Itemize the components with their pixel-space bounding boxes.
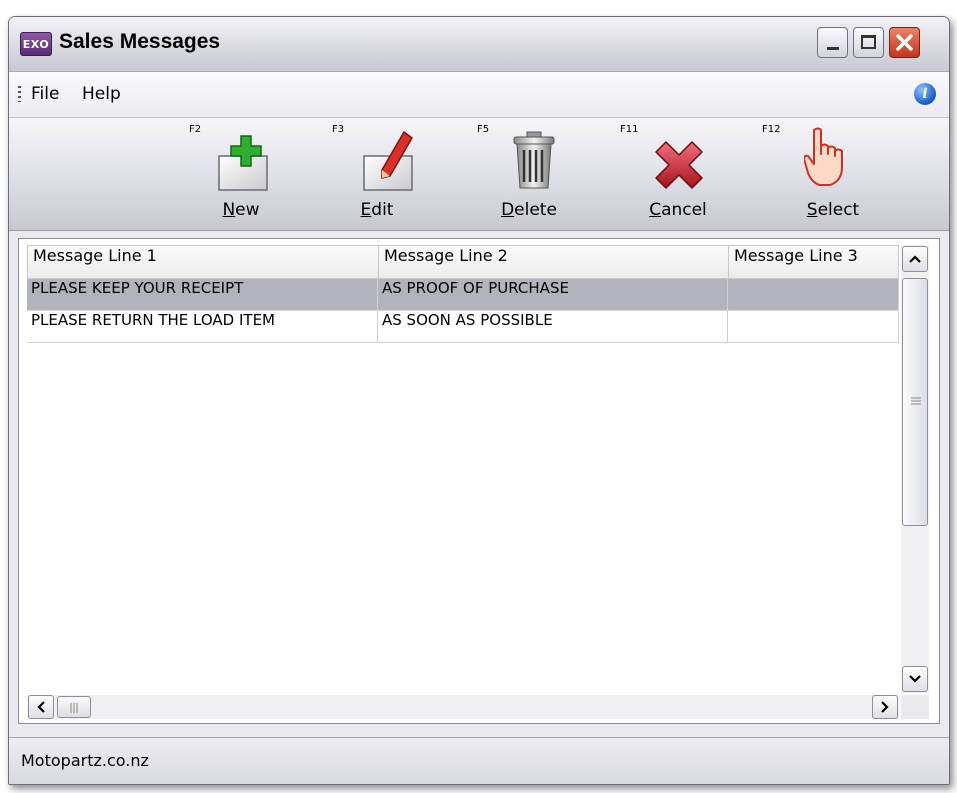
menu-grip-handle[interactable] xyxy=(18,86,21,102)
status-bar: Motopartz.co.nz xyxy=(9,737,949,784)
table-cell[interactable]: PLEASE RETURN THE LOAD ITEM xyxy=(27,311,378,342)
menu-file[interactable]: File xyxy=(31,84,59,104)
table-cell[interactable]: PLEASE KEEP YOUR RECEIPT xyxy=(27,279,378,310)
delete-button[interactable]: F5 Delete xyxy=(477,118,579,230)
status-text: Motopartz.co.nz xyxy=(21,751,149,770)
new-button[interactable]: F2 New xyxy=(189,118,291,230)
delete-shortcut-key: F5 xyxy=(477,124,490,135)
delete-button-label: Delete xyxy=(501,200,557,220)
plus-page-icon xyxy=(218,135,268,191)
toolbar: F2 New F3 Edit F5 Delete F11 Cancel F12 … xyxy=(9,118,949,231)
title-bar[interactable]: EXO Sales Messages xyxy=(9,17,949,72)
select-button-label: Select xyxy=(806,200,860,220)
table-cell[interactable] xyxy=(728,279,899,310)
sales-messages-window: EXO Sales Messages File Help i F2 New F3… xyxy=(8,16,950,785)
menu-bar: File Help i xyxy=(9,72,949,118)
red-x-icon xyxy=(655,141,703,189)
table-cell[interactable]: AS SOON AS POSSIBLE xyxy=(378,311,728,342)
scroll-down-button[interactable] xyxy=(902,666,928,692)
select-shortcut-key: F12 xyxy=(762,124,781,135)
table-cell[interactable]: AS PROOF OF PURCHASE xyxy=(378,279,728,310)
column-header-message-line-1[interactable]: Message Line 1 xyxy=(28,246,379,278)
trash-can-icon xyxy=(513,131,555,189)
table-row[interactable]: PLEASE KEEP YOUR RECEIPT AS PROOF OF PUR… xyxy=(27,279,899,311)
edit-shortcut-key: F3 xyxy=(332,124,345,135)
scroll-right-button[interactable] xyxy=(872,695,898,719)
scroll-up-button[interactable] xyxy=(902,246,928,272)
select-button[interactable]: F12 Select xyxy=(762,118,864,230)
column-header-message-line-2[interactable]: Message Line 2 xyxy=(379,246,729,278)
messages-grid[interactable]: Message Line 1 Message Line 2 Message Li… xyxy=(18,238,940,724)
chevron-right-icon xyxy=(881,701,889,713)
close-button[interactable] xyxy=(889,27,920,58)
menu-help[interactable]: Help xyxy=(82,84,121,104)
chevron-up-icon xyxy=(909,255,921,263)
vertical-scrollbar[interactable] xyxy=(901,245,929,693)
new-shortcut-key: F2 xyxy=(189,124,202,135)
table-row[interactable]: PLEASE RETURN THE LOAD ITEM AS SOON AS P… xyxy=(27,311,899,343)
close-icon xyxy=(896,34,913,51)
column-header-message-line-3[interactable]: Message Line 3 xyxy=(729,246,900,278)
exo-app-icon[interactable]: EXO xyxy=(20,32,52,56)
minimize-button[interactable] xyxy=(817,27,848,58)
cancel-button[interactable]: F11 Cancel xyxy=(620,118,722,230)
maximize-icon xyxy=(861,35,876,49)
pencil-page-icon xyxy=(363,130,413,191)
edit-button[interactable]: F3 Edit xyxy=(332,118,434,230)
maximize-button[interactable] xyxy=(853,27,884,58)
pointing-hand-icon xyxy=(804,127,843,186)
new-button-label: New xyxy=(222,200,260,220)
grid-header: Message Line 1 Message Line 2 Message Li… xyxy=(27,245,899,279)
edit-button-label: Edit xyxy=(360,200,394,220)
minimize-icon xyxy=(827,47,839,50)
scrollbar-corner xyxy=(901,695,929,719)
cancel-shortcut-key: F11 xyxy=(620,124,639,135)
info-icon[interactable]: i xyxy=(914,83,936,105)
chevron-left-icon xyxy=(37,701,45,713)
horizontal-scrollbar[interactable] xyxy=(27,695,899,719)
table-cell[interactable] xyxy=(728,311,899,342)
grip-lines-icon xyxy=(70,703,78,713)
vertical-scroll-thumb[interactable] xyxy=(902,278,928,526)
cancel-button-label: Cancel xyxy=(649,200,707,220)
horizontal-scroll-thumb[interactable] xyxy=(57,696,91,718)
scroll-left-button[interactable] xyxy=(28,695,54,719)
grip-lines-icon xyxy=(911,397,921,405)
chevron-down-icon xyxy=(909,675,921,683)
window-title: Sales Messages xyxy=(59,30,221,53)
